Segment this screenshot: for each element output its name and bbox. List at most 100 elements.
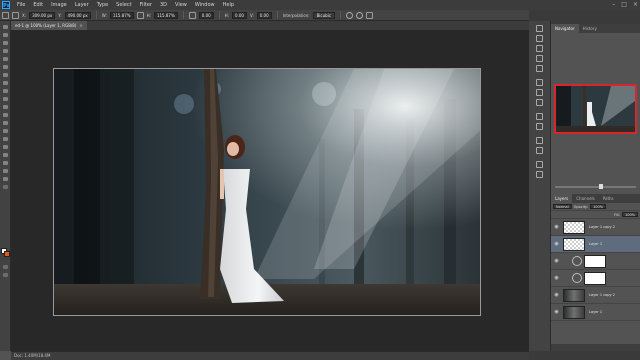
brush-panel-icon[interactable] (536, 79, 543, 86)
zoom-tool-icon[interactable] (2, 176, 9, 182)
eyedropper-tool-icon[interactable] (2, 64, 9, 70)
fill-field[interactable]: 100% (621, 212, 638, 217)
minimize-button[interactable]: – (612, 1, 615, 8)
warp-toggle-icon[interactable] (346, 11, 354, 19)
blend-mode-select[interactable]: Normal (553, 204, 572, 209)
width-field[interactable]: 115.87% (109, 11, 134, 19)
pen-tool-icon[interactable] (2, 136, 9, 142)
transform-tool-icon[interactable] (2, 11, 9, 19)
close-tab-icon[interactable]: × (79, 23, 82, 28)
menu-help[interactable]: Help (219, 2, 238, 8)
menu-file[interactable]: File (13, 2, 29, 8)
rotate-field[interactable]: 0.00 (198, 11, 214, 19)
crop-tool-icon[interactable] (2, 56, 9, 62)
cancel-transform-icon[interactable] (356, 11, 364, 19)
layer-row[interactable]: ◉ Layer 1 (551, 304, 640, 321)
tab-history[interactable]: History (579, 24, 601, 33)
opacity-label: Opacity: (573, 204, 589, 209)
hand-tool-icon[interactable] (2, 168, 9, 174)
visibility-eye-icon[interactable]: ◉ (553, 309, 560, 315)
menu-layer[interactable]: Layer (71, 2, 93, 8)
reference-point-icon[interactable] (12, 11, 19, 19)
zoom-slider-handle[interactable] (599, 184, 603, 189)
height-field[interactable]: 115.87% (153, 11, 178, 19)
history-brush-tool-icon[interactable] (2, 96, 9, 102)
h-skew-field[interactable]: 0.00 (232, 11, 247, 19)
timeline-panel-icon[interactable] (536, 171, 543, 178)
x-field[interactable]: 309.00 px (29, 11, 56, 19)
visibility-eye-icon[interactable]: ◉ (553, 292, 560, 298)
dodge-tool-icon[interactable] (2, 128, 9, 134)
edit-toolbar-icon[interactable] (2, 184, 9, 190)
eraser-tool-icon[interactable] (2, 104, 9, 110)
info-panel-icon[interactable] (536, 45, 543, 52)
move-tool-icon[interactable] (2, 24, 9, 30)
layer-mask-thumbnail[interactable] (584, 271, 606, 285)
v-skew-field[interactable]: 0.00 (256, 11, 272, 19)
layer-row[interactable]: ◉ (551, 253, 640, 270)
tab-channels[interactable]: Channels (572, 194, 599, 203)
quick-select-tool-icon[interactable] (2, 48, 9, 54)
character-panel-icon[interactable] (536, 113, 543, 120)
menu-view[interactable]: View (171, 2, 191, 8)
lasso-tool-icon[interactable] (2, 40, 9, 46)
clone-stamp-tool-icon[interactable] (2, 88, 9, 94)
document-tab[interactable]: ed-1 @ 100% (Layer 1, RGB/8) × (11, 21, 87, 30)
blur-tool-icon[interactable] (2, 120, 9, 126)
close-button[interactable]: × (633, 1, 638, 8)
color-panel-icon[interactable] (536, 55, 543, 62)
tab-layers[interactable]: Layers (551, 194, 573, 203)
visibility-eye-icon[interactable]: ◉ (553, 275, 560, 281)
path-selection-tool-icon[interactable] (2, 152, 9, 158)
visibility-eye-icon[interactable]: ◉ (553, 258, 560, 264)
document-tab-title: ed-1 @ 100% (Layer 1, RGB/8) (15, 23, 77, 28)
actions-panel-icon[interactable] (536, 35, 543, 42)
commit-transform-icon[interactable] (366, 11, 374, 19)
marquee-tool-icon[interactable] (2, 32, 9, 38)
healing-brush-tool-icon[interactable] (2, 72, 9, 78)
paragraph-panel-icon[interactable] (536, 123, 543, 130)
menu-type[interactable]: Type (93, 2, 112, 8)
tab-paths[interactable]: Paths (599, 194, 618, 203)
document-image[interactable] (53, 68, 481, 316)
history-panel-icon[interactable] (536, 25, 543, 32)
x-label: X: (22, 12, 27, 18)
visibility-eye-icon[interactable]: ◉ (553, 224, 560, 230)
layer-row[interactable]: ◉ Layer 1 copy 2 (551, 219, 640, 236)
shape-tool-icon[interactable] (2, 160, 9, 166)
menu-select[interactable]: Select (112, 2, 135, 8)
navigator-preview[interactable] (554, 84, 637, 134)
layer-row[interactable]: ◉ Layer 1 copy 2 (551, 287, 640, 304)
link-icon[interactable] (136, 11, 144, 19)
clone-source-icon[interactable] (536, 99, 543, 106)
brush-presets-icon[interactable] (536, 89, 543, 96)
gradient-tool-icon[interactable] (2, 112, 9, 118)
menu-window[interactable]: Window (191, 2, 219, 8)
properties-panel-icon[interactable] (536, 161, 543, 168)
maximize-button[interactable]: □ (621, 1, 627, 8)
zoom-slider[interactable] (555, 184, 636, 189)
type-tool-icon[interactable] (2, 144, 9, 150)
tab-navigator[interactable]: Navigator (551, 24, 579, 33)
brush-tool-icon[interactable] (2, 80, 9, 86)
y-field[interactable]: 490.00 px (64, 11, 91, 19)
visibility-eye-icon[interactable]: ◉ (553, 241, 560, 247)
opacity-field[interactable]: 100% (590, 204, 607, 209)
menu-edit[interactable]: Edit (29, 2, 47, 8)
layer-row[interactable]: ◉ (551, 270, 640, 287)
interpolation-select[interactable]: Bicubic (312, 11, 336, 19)
styles-panel-icon[interactable] (536, 147, 543, 154)
background-color-swatch[interactable] (4, 251, 10, 257)
adjustments-panel-icon[interactable] (536, 137, 543, 144)
menu-filter[interactable]: Filter (136, 2, 156, 8)
menu-3d[interactable]: 3D (156, 2, 171, 8)
swatches-panel-icon[interactable] (536, 65, 543, 72)
screen-mode-icon[interactable] (2, 272, 9, 278)
layer-row-selected[interactable]: ◉ Layer 1 (551, 236, 640, 253)
layer-thumbnail (563, 305, 585, 319)
divider (95, 11, 97, 19)
layer-mask-thumbnail[interactable] (584, 254, 606, 268)
canvas-workspace[interactable] (11, 30, 529, 351)
menu-image[interactable]: Image (47, 2, 71, 8)
quick-mask-icon[interactable] (2, 264, 9, 270)
